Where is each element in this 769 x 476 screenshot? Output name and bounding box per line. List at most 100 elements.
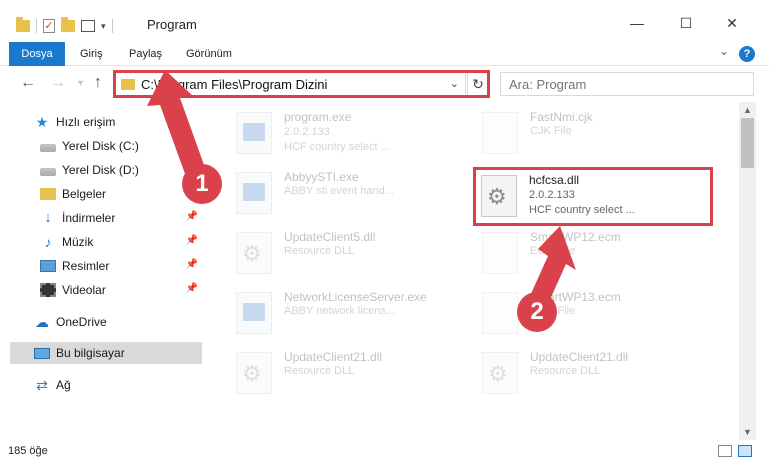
sidebar-item-local-disk-c[interactable]: Yerel Disk (C:) [40, 135, 242, 157]
pin-icon[interactable]: 📌 [186, 283, 198, 294]
file-description: Resource DLL [284, 245, 355, 257]
dll-file-icon [481, 175, 517, 217]
file-description: CJK File [530, 125, 572, 137]
file-name: UpdateClient5.dll [284, 230, 376, 244]
file-tile[interactable]: SmartWP13.ecm ECM File [474, 284, 714, 342]
file-name: hcfcsa.dll [529, 173, 580, 187]
pin-icon[interactable]: 📌 [186, 235, 198, 246]
download-icon: ↓ [44, 209, 52, 226]
sidebar-item-onedrive[interactable]: ☁ OneDrive [34, 311, 236, 333]
scroll-up-arrow-icon[interactable]: ▲ [739, 102, 756, 118]
star-icon: ★ [35, 114, 49, 130]
document-file-icon [482, 292, 518, 334]
tab-share[interactable]: Paylaş [129, 42, 162, 66]
file-list: program.exe 2.0.2.133 HCF country select… [222, 102, 740, 436]
tiles-view-icon[interactable] [738, 445, 752, 457]
properties-check-icon[interactable]: ✓ [43, 19, 55, 33]
close-button[interactable]: ✕ [717, 12, 747, 34]
file-name: SmartWP12.ecm [530, 230, 621, 244]
sidebar-item-label: Hızlı erişim [56, 115, 116, 129]
file-tile[interactable]: AbbyySTI.exe ABBY sti event hand... [228, 164, 468, 222]
sidebar-item-pictures[interactable]: Resimler 📌 [40, 255, 202, 277]
sidebar-item-downloads[interactable]: ↓ İndirmeler 📌 [40, 207, 202, 229]
dll-file-icon [236, 232, 272, 274]
search-input[interactable] [501, 73, 753, 95]
drive-icon [40, 167, 56, 176]
scroll-down-arrow-icon[interactable]: ▼ [739, 424, 756, 440]
sidebar-item-label: İndirmeler [62, 211, 116, 225]
vertical-scrollbar[interactable]: ▲ ▼ [739, 102, 756, 440]
exe-file-icon [236, 172, 272, 214]
file-name: UpdateClient21.dll [530, 350, 629, 364]
minimize-button[interactable]: — [622, 12, 652, 34]
file-tile[interactable]: SmartWP12.ecm ECM File [474, 224, 714, 282]
sidebar-item-label: Belgeler [62, 187, 107, 201]
file-name: NetworkLicenseServer.exe [284, 290, 427, 304]
sidebar-item-this-pc[interactable]: Bu bilgisayar [10, 342, 202, 364]
help-icon[interactable]: ? [739, 46, 755, 62]
file-description: Resource DLL [284, 365, 355, 377]
exe-file-icon [236, 292, 272, 334]
file-name: FastNmi.cjk [530, 110, 593, 124]
toolbar-divider [111, 19, 113, 33]
ribbon-tabs: Dosya Giriş Paylaş Görünüm ⌄ ? [0, 42, 769, 66]
tab-home[interactable]: Giriş [80, 42, 103, 66]
sidebar-item-quick-access[interactable]: ★ Hızlı erişim [34, 111, 236, 133]
file-description: ABBY sti event hand... [284, 185, 394, 197]
file-tile[interactable]: hcfcsa.dll 2.0.2.133 HCF country select … [473, 167, 713, 225]
customize-toolbar-chevron-icon[interactable]: ▾ [101, 21, 106, 32]
file-tile[interactable]: NetworkLicenseServer.exe ABBY network li… [228, 284, 468, 342]
computer-icon [34, 347, 50, 359]
window-title: Program [147, 17, 197, 32]
dll-file-icon [236, 352, 272, 394]
sidebar-item-label: Videolar [62, 283, 106, 297]
file-tile[interactable]: program.exe 2.0.2.133 HCF country select… [228, 104, 468, 162]
view-properties-icon[interactable] [81, 20, 95, 32]
search-box[interactable] [500, 72, 754, 96]
expand-ribbon-chevron-icon[interactable]: ⌄ [719, 44, 729, 58]
up-arrow-icon[interactable]: ↑ [94, 74, 102, 92]
quick-access-toolbar: ✓ ▾ [16, 16, 113, 36]
title-bar: ✓ ▾ Program — ☐ ✕ [0, 0, 769, 42]
scroll-thumb[interactable] [741, 118, 754, 168]
file-name: AbbyySTI.exe [284, 170, 359, 184]
sidebar-item-network[interactable]: ⇄ Ağ [34, 374, 236, 396]
step-1-callout: 1 [182, 164, 222, 204]
file-version: 2.0.2.133 [284, 126, 330, 138]
file-tile[interactable]: UpdateClient21.dll Resource DLL [474, 344, 714, 402]
file-version: 2.0.2.133 [529, 189, 575, 201]
toolbar-divider [36, 19, 37, 33]
forward-arrow-icon[interactable]: → [50, 74, 66, 92]
folder-icon [40, 188, 56, 200]
sidebar-item-documents[interactable]: Belgeler 📌 [40, 183, 202, 205]
pictures-icon [40, 260, 56, 272]
highlighted-file-tile[interactable]: hcfcsa.dll 2.0.2.133 HCF country select … [473, 167, 713, 226]
new-folder-icon[interactable] [61, 17, 75, 32]
tab-file[interactable]: Dosya [9, 42, 65, 66]
status-bar: 185 öğe [0, 440, 769, 476]
item-count: 185 öğe [8, 445, 48, 457]
details-view-icon[interactable] [718, 445, 732, 457]
sidebar-item-videos[interactable]: Videolar 📌 [40, 279, 202, 301]
step-2-callout: 2 [517, 292, 557, 332]
file-tile[interactable]: UpdateClient21.dll Resource DLL [228, 344, 468, 402]
sidebar-item-music[interactable]: ♪ Müzik 📌 [40, 231, 202, 253]
file-tile[interactable]: FastNmi.cjk CJK File [474, 104, 714, 162]
sidebar-item-label: Resimler [62, 259, 110, 273]
document-file-icon [482, 232, 518, 274]
sidebar-item-label: Müzik [62, 235, 94, 249]
file-description: HCF country select ... [529, 204, 635, 216]
file-name: program.exe [284, 110, 352, 124]
document-file-icon [482, 112, 518, 154]
pin-icon[interactable]: 📌 [186, 211, 198, 222]
recent-locations-chevron-icon[interactable]: ▾ [78, 78, 83, 89]
folder-icon[interactable] [16, 17, 30, 32]
file-tile[interactable]: UpdateClient5.dll Resource DLL [228, 224, 468, 282]
file-name: UpdateClient21.dll [284, 350, 383, 364]
tab-view[interactable]: Görünüm [186, 42, 232, 66]
back-arrow-icon[interactable]: ← [20, 74, 36, 92]
pin-icon[interactable]: 📌 [186, 259, 198, 270]
file-description: Resource DLL [530, 365, 601, 377]
cloud-icon: ☁ [35, 314, 49, 330]
maximize-button[interactable]: ☐ [671, 12, 701, 34]
